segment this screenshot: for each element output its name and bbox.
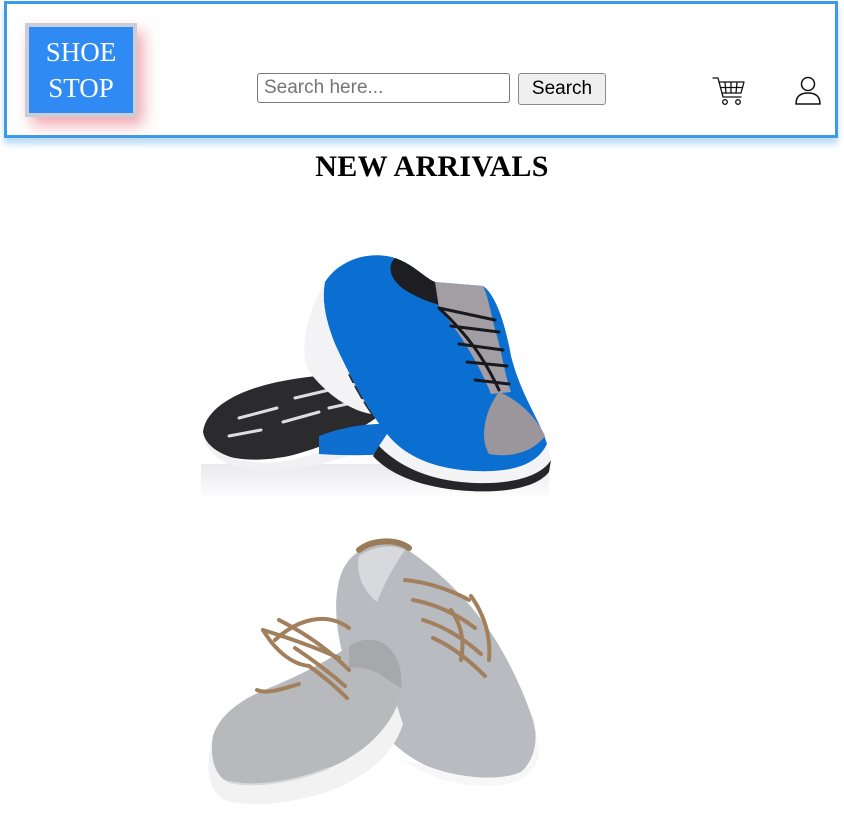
shopping-cart-icon bbox=[712, 77, 745, 105]
user-button[interactable] bbox=[791, 74, 827, 108]
grey-sneaker-image bbox=[208, 538, 539, 805]
site-header: SHOE STOP Search bbox=[4, 1, 838, 138]
user-icon bbox=[795, 76, 821, 105]
product-image-blue-sneakers[interactable] bbox=[199, 224, 551, 500]
product-image-grey-sneakers[interactable] bbox=[199, 520, 551, 809]
blue-sneaker-image bbox=[201, 255, 551, 500]
search-input[interactable] bbox=[257, 73, 510, 103]
logo-box: SHOE STOP bbox=[29, 27, 133, 113]
cart-button[interactable] bbox=[711, 74, 747, 108]
logo-text-line2: STOP bbox=[48, 73, 114, 103]
search-button[interactable]: Search bbox=[518, 73, 606, 105]
logo[interactable]: SHOE STOP bbox=[25, 23, 137, 117]
logo-text-line1: SHOE bbox=[45, 37, 117, 67]
page-title: NEW ARRIVALS bbox=[315, 150, 549, 183]
